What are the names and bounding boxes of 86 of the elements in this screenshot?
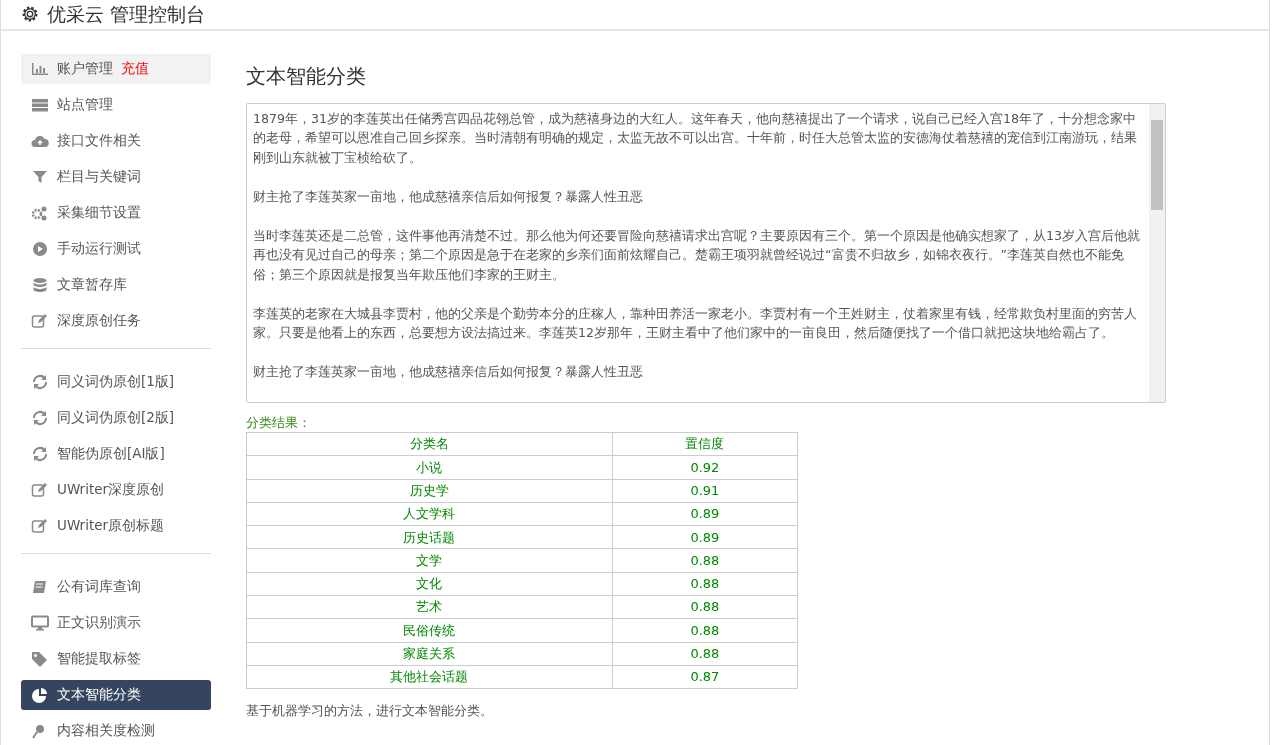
sidebar-item[interactable]: 文本智能分类 [21, 679, 211, 710]
sidebar-item[interactable]: 正文识别演示 [21, 607, 211, 638]
edit-icon [31, 312, 49, 329]
table-cell: 0.89 [612, 502, 798, 526]
tag-icon [31, 650, 49, 667]
description-text: 基于机器学习的方法，进行文本智能分类。 [246, 702, 494, 721]
result-label: 分类结果： [246, 413, 312, 432]
server-icon [31, 96, 49, 113]
edit-icon [31, 517, 49, 534]
table-cell: 民俗传统 [246, 618, 613, 643]
play-icon [31, 240, 49, 257]
pie-chart-icon [31, 686, 49, 703]
item-label: UWriter原创标题 [57, 516, 165, 536]
sidebar-item[interactable]: 手动运行测试 [21, 233, 211, 264]
sidebar-item[interactable]: 深度原创任务 [21, 305, 211, 336]
paragraph-text: 1879年，31岁的李莲英出任储秀宫四品花翎总管，成为慈禧身边的大红人。这年春天，他向慈禧提出了一个请求，说自己已经入宫18年了，十分想念家中的老母，希望可以恩准自己回乡探亲。当时清朝有明确的规定，太监无故不可以出宫。十年前，时任大总管太监的安德海仗着慈禧的宠信到江南游玩，结果刚到山东就被丁宝桢给砍了。 [253, 109, 1138, 167]
text-area[interactable] [246, 102, 1166, 403]
sidebar-item[interactable]: 采集细节设置 [21, 197, 211, 228]
refresh-icon [31, 409, 49, 426]
item-label: 栏目与关键词 [57, 167, 141, 187]
item-label: 采集细节设置 [57, 203, 141, 223]
section-title: 文本智能分类 [246, 62, 367, 90]
database-icon [31, 276, 49, 293]
table-cell: 0.91 [612, 479, 798, 503]
sidebar-item[interactable]: 接口文件相关 [21, 125, 211, 156]
item-label: 同义词伪原创[1版] [57, 372, 175, 392]
monitor-icon [31, 614, 49, 631]
scrollbar[interactable] [1149, 103, 1165, 402]
table-cell: 家庭关系 [246, 642, 613, 666]
table-cell: 0.92 [612, 455, 798, 480]
edit-icon [31, 481, 49, 498]
item-label: 智能伪原创[AI版] [57, 444, 165, 464]
item-label: 站点管理 [57, 95, 113, 115]
paragraph-text: 当时李莲英还是二总管，这件事他再清楚不过。那么他为何还要冒险向慈禧请求出宫呢？主要原因有三个。第一个原因是他确实想家了，从13岁入宫后他就再也没有见过自己的母亲；第二个原因是急于在老家的乡亲们面前炫耀自己。楚霸王项羽就曾经说过“富贵不归故乡，如锦衣夜行。”李莲英自然也不能免俗；第三个原因就是报复当年欺压他们李家的王财主。 [253, 226, 1141, 284]
item-label: 公有词库查询 [57, 577, 141, 597]
item-label: 文章暂存库 [57, 275, 127, 295]
table-cell: 0.88 [612, 595, 798, 619]
sidebar-item[interactable]: 公有词库查询 [21, 571, 211, 602]
sidebar-item[interactable]: 文章暂存库 [21, 269, 211, 300]
column-header: 分类名 [246, 432, 613, 456]
sidebar-item[interactable]: 站点管理 [21, 89, 211, 120]
item-label: 深度原创任务 [57, 311, 141, 331]
table-cell: 艺术 [246, 595, 613, 619]
item-label: 接口文件相关 [57, 131, 141, 151]
sidebar-item[interactable]: 账户管理 充值 [21, 53, 211, 84]
sidebar-item[interactable]: 内容相关度检测 [21, 715, 211, 745]
table-cell: 其他社会话题 [246, 665, 613, 689]
sidebar-item[interactable]: 智能提取标签 [21, 643, 211, 674]
column-header: 置信度 [612, 432, 798, 456]
table-cell: 0.88 [612, 642, 798, 666]
item-label: UWriter深度原创 [57, 480, 165, 500]
table-cell: 0.88 [612, 618, 798, 643]
table-cell: 0.87 [612, 665, 798, 689]
table-cell: 0.88 [612, 549, 798, 573]
table-cell: 历史话题 [246, 525, 613, 549]
item-label: 手动运行测试 [57, 239, 141, 259]
refresh-icon [31, 445, 49, 462]
item-label: 账户管理 [57, 59, 113, 79]
book-icon [31, 578, 49, 595]
paragraph-text: 财主抢了李莲英家一亩地，他成慈禧亲信后如何报复？暴露人性丑恶 [253, 363, 644, 381]
paragraph-text: 财主抢了李莲英家一亩地，他成慈禧亲信后如何报复？暴露人性丑恶 [253, 187, 644, 206]
filter-icon [31, 168, 49, 185]
sidebar-item[interactable]: UWriter深度原创 [21, 474, 211, 505]
item-label: 正文识别演示 [57, 613, 141, 633]
refresh-icon [31, 373, 49, 390]
table-cell: 文学 [246, 549, 613, 573]
item-label: 文本智能分类 [57, 685, 141, 705]
sidebar-item[interactable]: 同义词伪原创[2版] [21, 402, 211, 433]
table-cell: 0.88 [612, 572, 798, 596]
item-label: 同义词伪原创[2版] [57, 408, 175, 428]
page-title: 优采云 管理控制台 [47, 2, 206, 27]
item-label: 智能提取标签 [57, 649, 141, 669]
sidebar-item[interactable]: 同义词伪原创[1版] [21, 366, 211, 397]
table-cell: 小说 [246, 455, 613, 480]
table-cell: 历史学 [246, 479, 613, 503]
sidebar-item[interactable]: 智能伪原创[AI版] [21, 438, 211, 469]
paragraph-text: 李莲英的老家在大城县李贾村，他的父亲是个勤劳本分的庄稼人，靠种田养活一家老小。李贾村有一个王姓财主，仗着家里有钱，经常欺负村里面的穷苦人家。只要是他看上的东西，总要想方设法搞过来。李莲英12岁那年，王财主看中了他们家中的一亩良田，然后随便找了一个借口就把这块地给霸占了。 [253, 304, 1138, 342]
settings-icon [21, 5, 39, 24]
sidebar-item[interactable]: UWriter原创标题 [21, 510, 211, 541]
chart-icon [31, 60, 49, 77]
sidebar-item[interactable]: 栏目与关键词 [21, 161, 211, 192]
table-cell: 0.89 [612, 525, 798, 549]
table-cell: 文化 [246, 572, 613, 596]
table-cell: 人文学科 [246, 502, 613, 526]
recharge-link[interactable]: 充值 [121, 58, 149, 79]
item-label: 内容相关度检测 [57, 721, 155, 741]
